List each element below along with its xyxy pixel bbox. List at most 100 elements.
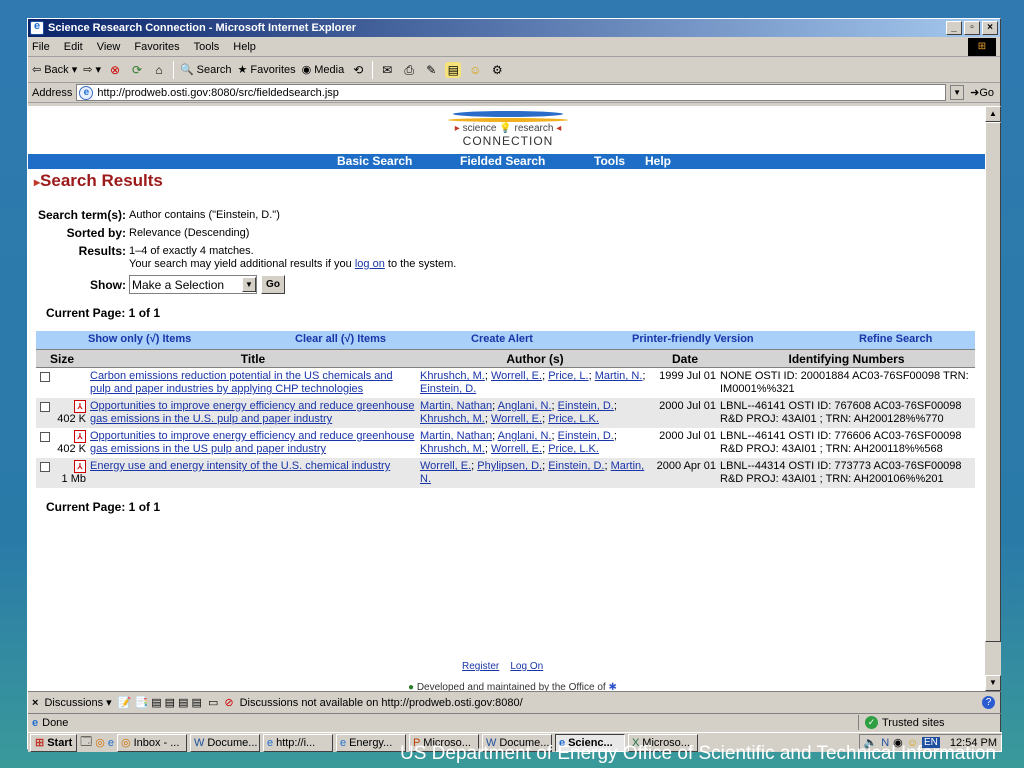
home-icon[interactable]: ⌂ xyxy=(151,62,167,78)
author-link[interactable]: Anglani, N. xyxy=(498,400,552,412)
author-link[interactable]: Worrell, E. xyxy=(491,370,542,382)
footer-logon-link[interactable]: Log On xyxy=(510,661,543,672)
discussion-tools-icon[interactable]: 📝 📑 ▤ ▤ ▤ ▤ xyxy=(118,696,202,709)
close-button[interactable]: × xyxy=(982,21,998,35)
nav-basic-search[interactable]: Basic Search xyxy=(337,154,412,168)
author-link[interactable]: Khrushch, M. xyxy=(420,370,485,382)
author-link[interactable]: Worrell, E. xyxy=(491,443,542,455)
page-icon: e xyxy=(79,85,94,100)
ie-icon xyxy=(30,20,44,35)
action-bar: Show only (√) Items Clear all (√) Items … xyxy=(36,331,975,349)
scroll-down-icon[interactable]: ▼ xyxy=(985,675,1001,691)
discussions-button[interactable]: Discussions ▾ xyxy=(44,696,111,709)
title-cell: Energy use and energy intensity of the U… xyxy=(88,458,418,488)
date-cell: 1999 Jul 01 xyxy=(652,367,718,398)
author-link[interactable]: Phylipsen, D. xyxy=(477,460,542,472)
minimize-button[interactable]: _ xyxy=(946,21,962,35)
pdf-icon[interactable]: ⅄ xyxy=(74,430,86,443)
back-button[interactable]: ⇦ Back ▾ xyxy=(32,63,77,77)
print-icon[interactable]: ⎙ xyxy=(401,62,417,78)
author-link[interactable]: Price, L. xyxy=(548,370,588,382)
menu-edit[interactable]: Edit xyxy=(64,41,83,53)
log-on-link[interactable]: log on xyxy=(355,258,385,270)
scroll-up-icon[interactable]: ▲ xyxy=(985,106,1001,122)
scroll-thumb[interactable] xyxy=(985,122,1001,642)
stop-icon[interactable]: ⊗ xyxy=(107,62,123,78)
author-link[interactable]: Martin, N. xyxy=(595,370,643,382)
maximize-button[interactable]: ▫ xyxy=(964,21,980,35)
page-title: ▸Search Results xyxy=(34,171,985,195)
menu-help[interactable]: Help xyxy=(233,41,256,53)
zone-text: Trusted sites xyxy=(882,716,945,729)
page-content: ▸ science 💡 research ◂ CONNECTION Basic … xyxy=(28,106,985,691)
address-bar: Address e http://prodweb.osti.gov:8080/s… xyxy=(28,83,1000,103)
create-alert-link[interactable]: Create Alert xyxy=(471,333,533,345)
media-button[interactable]: ◉ Media xyxy=(302,63,345,77)
author-link[interactable]: Einstein, D. xyxy=(548,460,604,472)
favorites-button[interactable]: ★ Favorites xyxy=(238,63,296,77)
mail-icon[interactable]: ✉ xyxy=(379,62,395,78)
register-link[interactable]: Register xyxy=(462,661,499,672)
nav-tools[interactable]: Tools xyxy=(594,154,625,168)
select-checkbox[interactable] xyxy=(40,432,50,442)
size-cell: ⅄ 1 Mb xyxy=(36,458,88,488)
author-link[interactable]: Price, L.K. xyxy=(548,413,599,425)
pdf-icon[interactable]: ⅄ xyxy=(74,400,86,413)
notes-icon[interactable]: ▤ xyxy=(445,61,462,78)
vertical-scrollbar[interactable]: ▲ ▼ xyxy=(985,106,1001,691)
select-checkbox[interactable] xyxy=(40,402,50,412)
go-button[interactable]: ➜Go xyxy=(970,86,994,99)
search-term-label: Search term(s): xyxy=(37,208,126,222)
menu-favorites[interactable]: Favorites xyxy=(134,41,179,53)
pdf-icon[interactable]: ⅄ xyxy=(74,460,86,473)
title-cell: Opportunities to improve energy efficien… xyxy=(88,428,418,458)
windows-logo-icon: ⊞ xyxy=(968,38,996,56)
menu-view[interactable]: View xyxy=(97,41,121,53)
result-title-link[interactable]: Carbon emissions reduction potential in … xyxy=(90,370,393,395)
show-go-button[interactable]: Go xyxy=(261,275,285,294)
refresh-icon[interactable]: ⟳ xyxy=(129,62,145,78)
menu-tools[interactable]: Tools xyxy=(194,41,220,53)
forward-button[interactable]: ⇨ ▾ xyxy=(83,63,101,76)
author-link[interactable]: Worrell, E. xyxy=(491,413,542,425)
close-icon[interactable]: × xyxy=(32,697,38,709)
footer-links: Register Log On xyxy=(462,661,543,672)
printer-friendly-link[interactable]: Printer-friendly Version xyxy=(632,333,754,345)
author-link[interactable]: Martin, Nathan xyxy=(420,430,492,442)
author-link[interactable]: Khrushch, M. xyxy=(420,413,485,425)
ids-cell: LBNL--46141 OSTI ID: 776606 AC03-76SF000… xyxy=(718,428,975,458)
author-link[interactable]: Price, L.K. xyxy=(548,443,599,455)
nav-fielded-search[interactable]: Fielded Search xyxy=(460,154,545,168)
edit-icon[interactable]: ✎ xyxy=(423,62,439,78)
menu-file[interactable]: File xyxy=(32,41,50,53)
author-link[interactable]: Martin, Nathan xyxy=(420,400,492,412)
author-link[interactable]: Einstein, D. xyxy=(558,400,614,412)
result-title-link[interactable]: Opportunities to improve energy efficien… xyxy=(90,430,415,455)
clear-all-items-link[interactable]: Clear all (√) Items xyxy=(295,333,386,345)
author-link[interactable]: Einstein, D. xyxy=(558,430,614,442)
show-only-items-link[interactable]: Show only (√) Items xyxy=(88,333,191,345)
result-title-link[interactable]: Opportunities to improve energy efficien… xyxy=(90,400,415,425)
select-checkbox[interactable] xyxy=(40,372,50,382)
result-title-link[interactable]: Energy use and energy intensity of the U… xyxy=(90,460,390,472)
address-dropdown[interactable]: ▼ xyxy=(950,85,965,100)
show-select[interactable]: Make a Selection ▼ xyxy=(129,275,257,294)
refine-search-link[interactable]: Refine Search xyxy=(859,333,932,345)
history-icon[interactable]: ⟲ xyxy=(350,62,366,78)
discussion-pane-icon[interactable]: ▭ xyxy=(208,696,218,709)
author-link[interactable]: Einstein, D. xyxy=(420,383,476,395)
author-link[interactable]: Khrushch, M. xyxy=(420,443,485,455)
help-icon[interactable]: ? xyxy=(982,696,995,709)
author-link[interactable]: Worrell, E. xyxy=(420,460,471,472)
ids-cell: LBNL--46141 OSTI ID: 767608 AC03-76SF000… xyxy=(718,398,975,428)
page-status-icon: e xyxy=(32,716,39,729)
tools-icon[interactable]: ⚙ xyxy=(489,62,505,78)
site-logo[interactable]: ▸ science 💡 research ◂ CONNECTION xyxy=(438,110,578,154)
ids-cell: NONE OSTI ID: 20001884 AC03-76SF00098 TR… xyxy=(718,367,975,398)
search-button[interactable]: 🔍 Search xyxy=(180,63,232,77)
address-input[interactable]: e http://prodweb.osti.gov:8080/src/field… xyxy=(76,84,947,101)
messenger-icon[interactable]: ☺ xyxy=(467,62,483,78)
nav-help[interactable]: Help xyxy=(645,154,671,168)
author-link[interactable]: Anglani, N. xyxy=(498,430,552,442)
select-checkbox[interactable] xyxy=(40,462,50,472)
